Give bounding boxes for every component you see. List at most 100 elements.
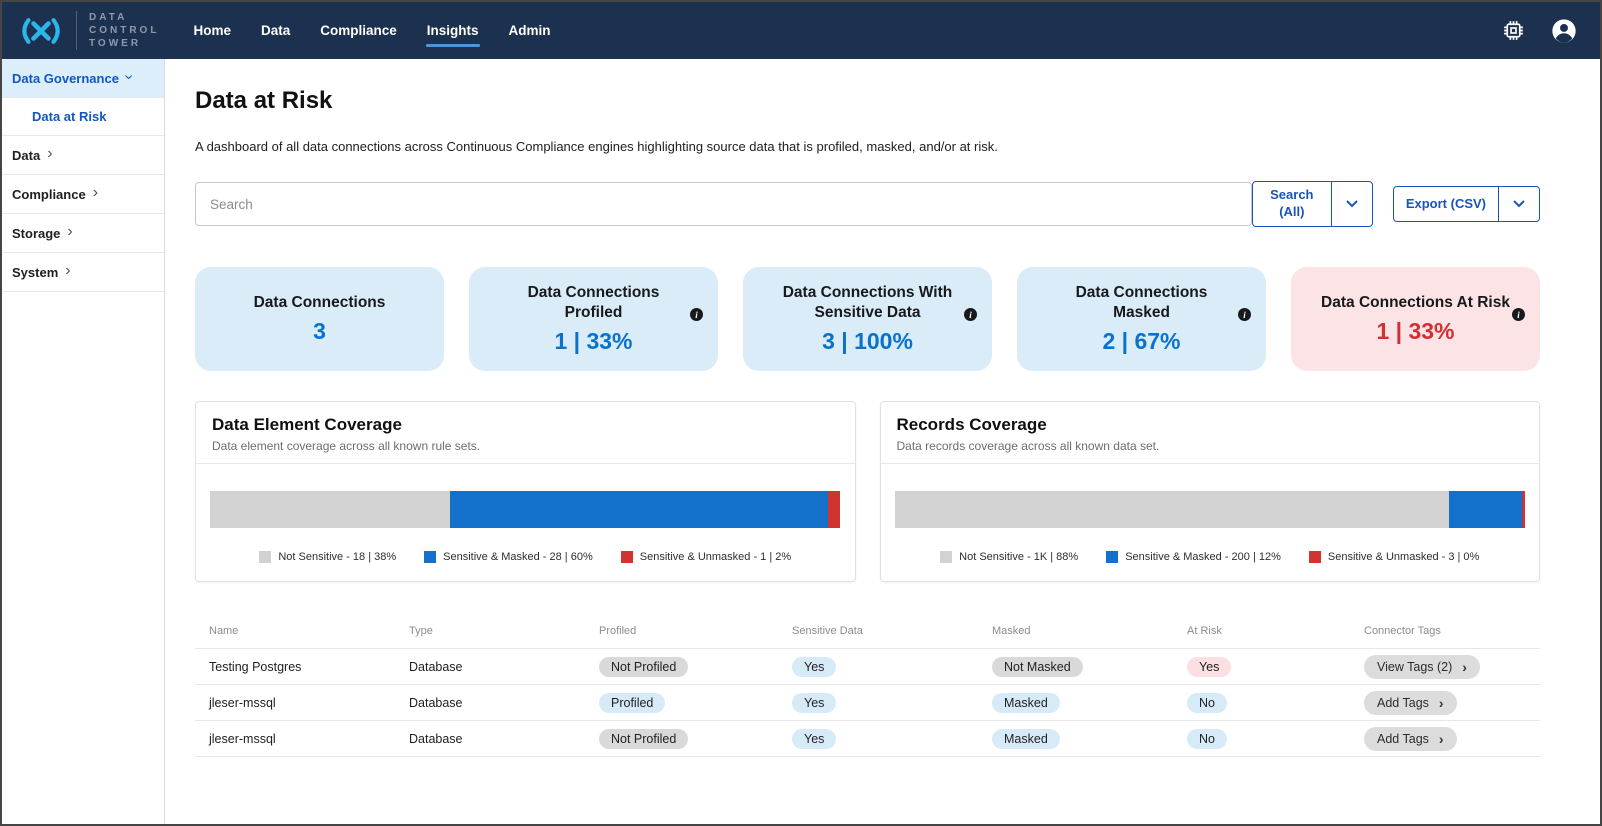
search-options-caret[interactable] xyxy=(1331,182,1372,226)
info-icon[interactable]: i xyxy=(690,308,703,321)
brand: DATA CONTROL TOWER xyxy=(16,11,159,50)
chip-icon[interactable] xyxy=(1501,18,1526,43)
legend-swatch xyxy=(621,551,633,563)
export-button-label[interactable]: Export (CSV) xyxy=(1394,187,1498,221)
table-row: jleser-mssqlDatabaseNot ProfiledYesMaske… xyxy=(195,721,1540,757)
legend-item-not-sensitive: Not Sensitive - 1K | 88% xyxy=(940,551,1078,563)
at-risk-status-pill: No xyxy=(1187,693,1227,713)
sidebar-item-storage[interactable]: Storage› xyxy=(2,214,164,253)
page-title: Data at Risk xyxy=(195,87,1540,115)
stat-card-title: Data Connections Profiled xyxy=(499,283,688,323)
chart-legend: Not Sensitive - 18 | 38%Sensitive & Mask… xyxy=(210,551,841,571)
cell-type: Database xyxy=(409,660,599,674)
stat-card-title: Data Connections Masked xyxy=(1047,283,1236,323)
export-options-caret[interactable] xyxy=(1498,187,1539,221)
app-window: DATA CONTROL TOWER Home Data Compliance Ins… xyxy=(0,0,1602,826)
legend-label: Sensitive & Unmasked - 3 | 0% xyxy=(1328,551,1479,563)
sidebar-item-label: Data xyxy=(12,148,40,163)
stat-card-data-connections: Data Connections3 xyxy=(195,267,444,371)
stat-card-data-connections-at-risk: Data Connections At Riski 1 | 33% xyxy=(1291,267,1540,371)
cell-name: Testing Postgres xyxy=(209,660,409,674)
bar-segment-sensitive-masked xyxy=(450,491,828,528)
cell-type: Database xyxy=(409,732,599,746)
nav-item-data[interactable]: Data xyxy=(261,23,290,38)
stat-card-value: 3 xyxy=(313,318,326,345)
sidebar: Data Governance›Data at RiskData›Complia… xyxy=(2,59,165,824)
sensitive-data-status-pill: Yes xyxy=(792,693,836,713)
panel-subtitle: Data records coverage across all known d… xyxy=(897,439,1524,453)
search-input[interactable] xyxy=(195,182,1252,226)
profiled-status-pill: Not Profiled xyxy=(599,657,688,677)
wordmark-line: TOWER xyxy=(89,37,159,50)
legend-swatch xyxy=(1106,551,1118,563)
connections-table-body: Testing PostgresDatabaseNot ProfiledYesN… xyxy=(195,649,1540,757)
table-header-row: NameTypeProfiledSensitive DataMaskedAt R… xyxy=(195,614,1540,649)
legend-label: Sensitive & Masked - 200 | 12% xyxy=(1125,551,1281,563)
panel-title: Records Coverage xyxy=(897,415,1524,435)
tag-button-label: Add Tags xyxy=(1377,732,1429,746)
chevron-right-icon: › xyxy=(1462,660,1467,674)
legend-item-sensitive-unmasked: Sensitive & Unmasked - 3 | 0% xyxy=(1309,551,1479,563)
sidebar-item-system[interactable]: System› xyxy=(2,253,164,292)
cell-name: jleser-mssql xyxy=(209,732,409,746)
toolbar: Search (All) Export (CSV) xyxy=(195,181,1540,227)
sidebar-item-compliance[interactable]: Compliance› xyxy=(2,175,164,214)
column-header-sensitive-data: Sensitive Data xyxy=(792,625,992,637)
stat-card-value: 1 | 33% xyxy=(1376,318,1454,345)
add-tags-button[interactable]: Add Tags› xyxy=(1364,727,1457,751)
legend-label: Not Sensitive - 1K | 88% xyxy=(959,551,1078,563)
nav-item-compliance[interactable]: Compliance xyxy=(320,23,397,38)
sidebar-item-label: System xyxy=(12,265,58,280)
sidebar-item-label: Data Governance xyxy=(12,71,119,86)
view-tags-2-button[interactable]: View Tags (2) › xyxy=(1364,655,1480,679)
primary-nav: Home Data Compliance Insights Admin xyxy=(193,23,550,38)
tag-button-label: Add Tags xyxy=(1377,696,1429,710)
wordmark-line: CONTROL xyxy=(89,24,159,37)
sidebar-item-label: Data at Risk xyxy=(32,109,106,124)
bar-segment-sensitive-unmasked xyxy=(1522,491,1525,528)
brand-wordmark: DATA CONTROL TOWER xyxy=(76,11,159,50)
stat-cards: Data Connections3 Data Connections Profil… xyxy=(195,267,1540,371)
stat-card-data-connections-with-sensitive-data: Data Connections With Sensitive Datai3 |… xyxy=(743,267,992,371)
stat-card-data-connections-masked: Data Connections Maskedi2 | 67% xyxy=(1017,267,1266,371)
sidebar-item-data-at-risk[interactable]: Data at Risk xyxy=(2,98,164,136)
account-icon[interactable] xyxy=(1550,17,1578,45)
chevron-right-icon: › xyxy=(67,224,72,240)
nav-item-admin[interactable]: Admin xyxy=(509,23,551,38)
column-header-name: Name xyxy=(209,625,409,637)
wordmark-line: DATA xyxy=(89,11,159,24)
column-header-connector-tags: Connector Tags xyxy=(1364,625,1540,637)
stacked-bar xyxy=(895,491,1526,528)
legend-label: Sensitive & Masked - 28 | 60% xyxy=(443,551,593,563)
cell-name: jleser-mssql xyxy=(209,696,409,710)
legend-item-sensitive-masked: Sensitive & Masked - 28 | 60% xyxy=(424,551,593,563)
connections-table: NameTypeProfiledSensitive DataMaskedAt R… xyxy=(195,614,1540,757)
stat-card-title: Data Connections At Risk xyxy=(1321,293,1510,313)
export-button[interactable]: Export (CSV) xyxy=(1393,186,1540,222)
nav-item-insights[interactable]: Insights xyxy=(427,23,479,38)
sidebar-item-label: Compliance xyxy=(12,187,86,202)
panel-subtitle: Data element coverage across all known r… xyxy=(212,439,839,453)
info-icon[interactable]: i xyxy=(964,308,977,321)
column-header-type: Type xyxy=(409,625,599,637)
page-description: A dashboard of all data connections acro… xyxy=(195,139,1540,154)
add-tags-button[interactable]: Add Tags› xyxy=(1364,691,1457,715)
nav-item-home[interactable]: Home xyxy=(193,23,231,38)
info-icon[interactable]: i xyxy=(1238,308,1251,321)
main-content: Data at Risk A dashboard of all data con… xyxy=(165,59,1600,824)
panel-title: Data Element Coverage xyxy=(212,415,839,435)
cell-type: Database xyxy=(409,696,599,710)
tag-button-label: View Tags (2) xyxy=(1377,660,1452,674)
sidebar-item-data[interactable]: Data› xyxy=(2,136,164,175)
search-button-label[interactable]: Search (All) xyxy=(1253,182,1331,226)
bar-segment-sensitive-unmasked xyxy=(828,491,841,528)
legend-swatch xyxy=(424,551,436,563)
legend-item-sensitive-unmasked: Sensitive & Unmasked - 1 | 2% xyxy=(621,551,791,563)
top-navbar: DATA CONTROL TOWER Home Data Compliance Ins… xyxy=(2,2,1600,59)
info-icon[interactable]: i xyxy=(1512,308,1525,321)
masked-status-pill: Not Masked xyxy=(992,657,1083,677)
stat-card-title: Data Connections With Sensitive Data xyxy=(773,283,962,323)
sidebar-item-data-governance[interactable]: Data Governance› xyxy=(2,59,164,98)
search-button[interactable]: Search (All) xyxy=(1252,181,1373,227)
legend-item-sensitive-masked: Sensitive & Masked - 200 | 12% xyxy=(1106,551,1281,563)
